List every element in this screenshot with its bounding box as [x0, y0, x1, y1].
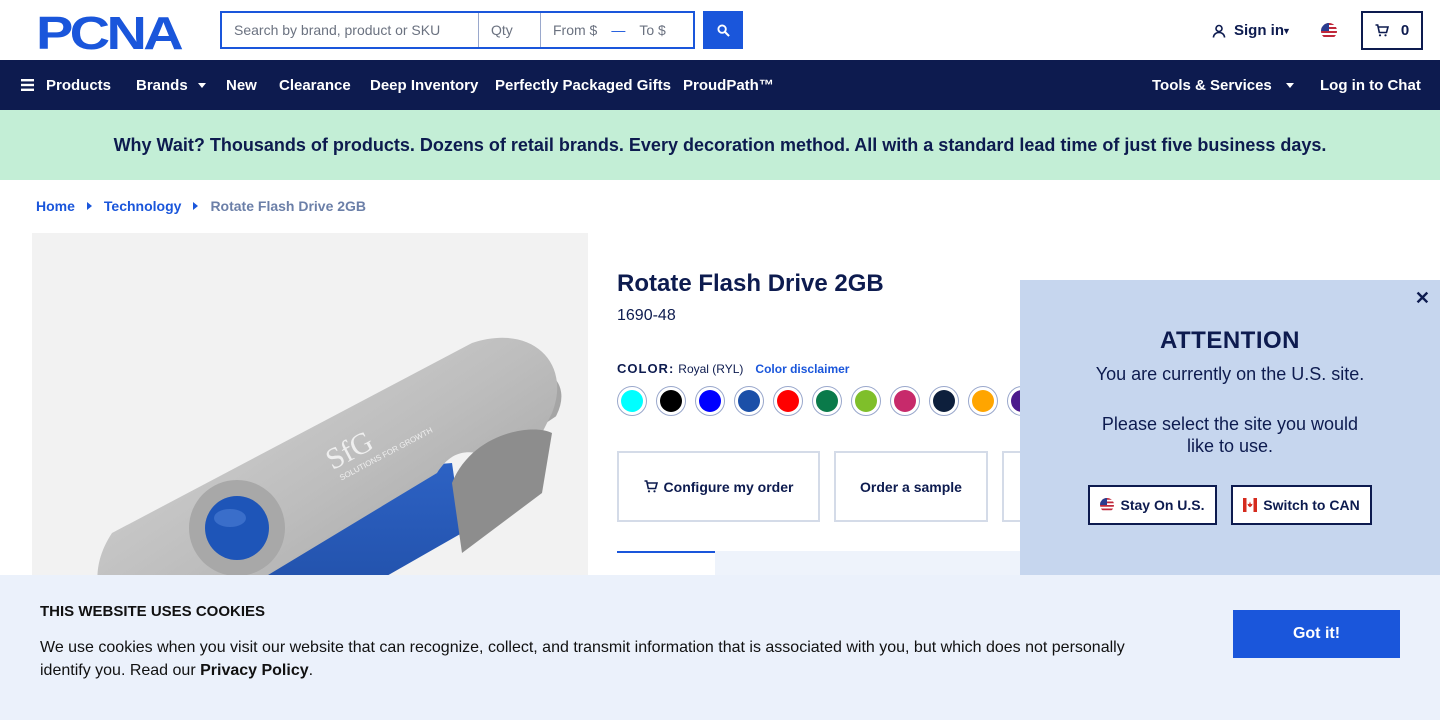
- us-flag-icon[interactable]: [1321, 23, 1337, 39]
- nav-tools-services[interactable]: Tools & Services: [1152, 60, 1294, 110]
- pcna-logo[interactable]: PCNA: [36, 11, 186, 51]
- color-row: COLOR: Royal (RYL) Color disclaimer: [617, 361, 849, 376]
- close-icon[interactable]: ✕: [1415, 288, 1430, 309]
- search-bar: Search by brand, product or SKU Qty From…: [220, 11, 695, 49]
- to-price-input[interactable]: To $: [639, 22, 665, 38]
- switch-can-label: Switch to CAN: [1263, 497, 1360, 513]
- search-placeholder: Search by brand, product or SKU: [234, 22, 441, 38]
- breadcrumb-home[interactable]: Home: [36, 198, 75, 214]
- modal-line-1: You are currently on the U.S. site.: [1095, 364, 1365, 384]
- swatch-fill: [660, 390, 682, 412]
- chevron-right-icon: [86, 202, 92, 210]
- swatch-fill: [972, 390, 994, 412]
- chevron-down-icon: ▼: [1282, 25, 1291, 36]
- main-nav: Products Brands New Clearance Deep Inven…: [0, 60, 1440, 110]
- qty-placeholder: Qty: [491, 22, 513, 38]
- swatch-fill: [933, 390, 955, 412]
- sign-in-label: Sign in: [1234, 22, 1284, 39]
- color-swatch[interactable]: [929, 386, 959, 416]
- chevron-down-icon: [197, 82, 206, 88]
- site-select-modal: ✕ ATTENTION You are currently on the U.S…: [1020, 280, 1440, 575]
- color-swatch[interactable]: [812, 386, 842, 416]
- color-swatch[interactable]: [617, 386, 647, 416]
- price-range: From $ — To $: [541, 13, 693, 47]
- top-header: PCNA Search by brand, product or SKU Qty…: [0, 0, 1440, 60]
- nav-products-label: Products: [46, 76, 112, 94]
- color-swatch[interactable]: [734, 386, 764, 416]
- nav-brands-label: Brands: [136, 76, 188, 94]
- nav-new[interactable]: New: [226, 60, 257, 110]
- menu-icon: [21, 79, 34, 91]
- user-icon: [1212, 24, 1226, 38]
- color-disclaimer-link[interactable]: Color disclaimer: [755, 362, 849, 376]
- cookie-period: .: [308, 662, 314, 679]
- product-sku: 1690-48: [617, 307, 676, 324]
- cart-icon: [644, 480, 658, 493]
- sign-in-button[interactable]: Sign in ▼: [1212, 22, 1291, 39]
- modal-line-2: Please select the site you would like to…: [1101, 414, 1359, 456]
- color-swatch[interactable]: [851, 386, 881, 416]
- swatch-fill: [621, 390, 643, 412]
- modal-title: ATTENTION: [1159, 327, 1301, 354]
- order-sample-button[interactable]: Order a sample: [834, 451, 988, 522]
- promo-banner: Why Wait? Thousands of products. Dozens …: [0, 110, 1440, 180]
- nav-products[interactable]: Products: [21, 60, 111, 110]
- cookie-text: We use cookies when you visit our websit…: [40, 636, 1150, 682]
- nav-tools-label: Tools & Services: [1152, 76, 1272, 94]
- swatch-fill: [699, 390, 721, 412]
- color-swatch[interactable]: [890, 386, 920, 416]
- color-swatch[interactable]: [968, 386, 998, 416]
- nav-deep-inventory[interactable]: Deep Inventory: [370, 60, 478, 110]
- stay-us-button[interactable]: Stay On U.S.: [1088, 485, 1217, 525]
- cart-button[interactable]: 0: [1361, 11, 1423, 50]
- swatch-fill: [738, 390, 760, 412]
- swatch-fill: [777, 390, 799, 412]
- nav-clearance[interactable]: Clearance: [279, 60, 351, 110]
- configure-order-button[interactable]: Configure my order: [617, 451, 820, 522]
- stay-us-label: Stay On U.S.: [1120, 497, 1205, 513]
- configure-order-label: Configure my order: [663, 478, 794, 495]
- order-sample-label: Order a sample: [860, 478, 962, 495]
- breadcrumb-current: Rotate Flash Drive 2GB: [210, 198, 367, 214]
- nav-chat[interactable]: Log in to Chat: [1320, 60, 1421, 110]
- range-dash: —: [611, 22, 626, 38]
- tab-active[interactable]: [617, 551, 715, 575]
- cookie-banner: THIS WEBSITE USES COOKIES We use cookies…: [0, 575, 1440, 720]
- product-title: Rotate Flash Drive 2GB: [617, 270, 884, 297]
- cart-count: 0: [1400, 22, 1410, 39]
- got-it-button[interactable]: Got it!: [1233, 610, 1400, 658]
- privacy-policy-link[interactable]: Privacy Policy: [200, 662, 309, 679]
- swatch-fill: [894, 390, 916, 412]
- swatch-fill: [816, 390, 838, 412]
- nav-proudpath[interactable]: ProudPath™: [683, 60, 774, 110]
- color-swatch[interactable]: [773, 386, 803, 416]
- promo-text: Why Wait? Thousands of products. Dozens …: [113, 134, 1327, 155]
- color-label: COLOR:: [617, 361, 675, 376]
- chevron-right-icon: [193, 202, 199, 210]
- color-swatch[interactable]: [656, 386, 686, 416]
- us-flag-icon: [1100, 498, 1115, 512]
- color-swatches: [617, 386, 1037, 416]
- breadcrumb-category[interactable]: Technology: [104, 198, 182, 214]
- swatch-fill: [855, 390, 877, 412]
- color-value: Royal (RYL): [678, 361, 744, 376]
- breadcrumb: Home Technology Rotate Flash Drive 2GB: [36, 198, 366, 214]
- color-swatch[interactable]: [695, 386, 725, 416]
- qty-input[interactable]: Qty: [479, 13, 541, 47]
- nav-packaged-gifts[interactable]: Perfectly Packaged Gifts: [495, 60, 671, 110]
- chevron-down-icon: [1285, 82, 1294, 88]
- from-price-input[interactable]: From $: [553, 22, 597, 38]
- switch-can-button[interactable]: Switch to CAN: [1231, 485, 1372, 525]
- product-tabs: [617, 551, 1037, 575]
- search-button[interactable]: [703, 11, 743, 49]
- canada-flag-icon: [1243, 498, 1258, 512]
- search-input[interactable]: Search by brand, product or SKU: [222, 13, 479, 47]
- search-icon: [716, 23, 730, 37]
- nav-brands[interactable]: Brands: [136, 60, 206, 110]
- cart-icon: [1375, 24, 1389, 37]
- svg-text:PCNA: PCNA: [36, 11, 182, 51]
- cookie-title: THIS WEBSITE USES COOKIES: [40, 603, 266, 620]
